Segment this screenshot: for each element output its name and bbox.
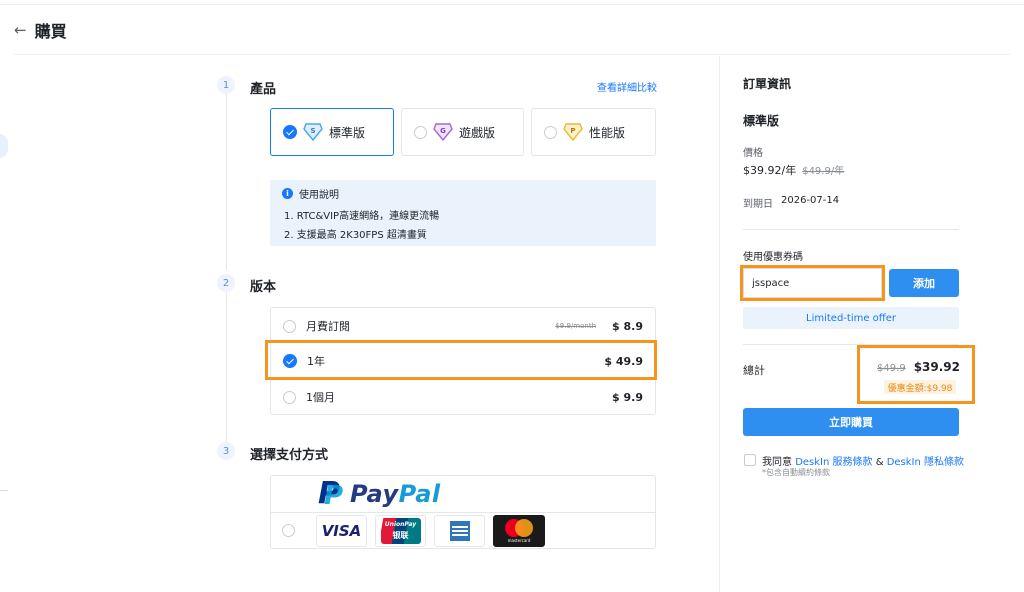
total-price: $39.92 — [913, 360, 960, 374]
page-title: 購買 — [34, 22, 67, 41]
order-edition: 標準版 — [743, 114, 780, 128]
buy-now-button[interactable]: 立即購買 — [743, 408, 959, 436]
top-border — [0, 4, 1024, 5]
usage-info-box: i 使用說明 1. RTC&VIP高速網絡，連線更流暢 2. 支援最高 2K30… — [270, 180, 656, 246]
step-number: 1 — [217, 76, 235, 94]
plan-price: $ 9.9 — [612, 390, 643, 404]
paypal-option[interactable]: PP PayPal — [316, 478, 441, 510]
paypal-wordmark: PayPal — [350, 480, 441, 508]
product-card-performance[interactable]: P 性能版 — [531, 108, 656, 156]
agree-checkbox[interactable] — [744, 454, 756, 466]
check-icon — [283, 354, 297, 368]
compare-link[interactable]: 查看詳細比較 — [597, 79, 657, 94]
plan-name: 月費訂閱 — [306, 320, 350, 333]
paypal-logo-icon: PP — [318, 476, 344, 511]
check-icon — [283, 125, 297, 139]
header-divider — [14, 54, 1010, 55]
step-connector — [226, 94, 227, 270]
privacy-link[interactable]: DeskIn 隱私條款 — [887, 457, 964, 468]
step-title-payment: 選擇支付方式 — [250, 448, 329, 463]
order-divider — [743, 229, 959, 230]
agree-text: 我同意 DeskIn 服務條款 & DeskIn 隱私條款 — [762, 457, 965, 468]
plan-option-monthly-sub[interactable]: 月費訂閱 $9.9/month $ 8.9 — [283, 312, 643, 340]
total-row: $49.9 $39.92 — [870, 360, 960, 374]
radio-icon — [414, 125, 427, 139]
diamond-badge-icon: S — [303, 123, 323, 141]
radio-icon[interactable] — [282, 524, 295, 537]
product-card-gaming[interactable]: G 遊戲版 — [401, 108, 524, 156]
step-number: 3 — [217, 442, 235, 460]
plan-name: 1年 — [307, 355, 325, 368]
order-price-row: $39.92/年 $49.9/年 — [743, 162, 844, 178]
total-old-price: $49.9 — [877, 363, 906, 374]
expiry-label: 到期日 — [743, 199, 773, 210]
plan-price: $ 8.9 — [612, 319, 643, 333]
order-price: $39.92/年 — [743, 164, 797, 177]
diamond-badge-icon: G — [433, 123, 453, 141]
svg-text:G: G — [440, 127, 446, 135]
step-title-plan: 版本 — [250, 280, 277, 295]
discount-amount: 優惠金額:$9.98 — [884, 380, 956, 394]
svg-text:P: P — [570, 127, 575, 135]
order-old-price: $49.9/年 — [802, 166, 845, 177]
back-header[interactable]: ← 購買 — [14, 18, 67, 42]
auto-renew-note: *包含自動續約條款 — [762, 468, 830, 477]
order-info-title: 訂單資訊 — [743, 77, 792, 91]
plan-old-price: $9.9/month — [555, 322, 597, 330]
visa-logo-icon[interactable]: VISA — [316, 515, 367, 547]
plan-list: 月費訂閱 $9.9/month $ 8.9 1年 $ 49.9 1個月 $ 9.… — [270, 307, 656, 415]
step-title-product: 產品 — [250, 82, 277, 97]
radio-icon — [283, 319, 296, 333]
expiry-date: 2026-07-14 — [781, 195, 840, 206]
payment-divider — [270, 512, 656, 513]
back-arrow-icon[interactable]: ← — [14, 21, 27, 39]
plan-option-1-year[interactable]: 1年 $ 49.9 — [283, 347, 643, 375]
step-number: 2 — [217, 274, 235, 292]
usage-line: 2. 支援最高 2K30FPS 超清畫質 — [284, 230, 427, 241]
amex-logo-icon[interactable] — [434, 515, 485, 547]
radio-icon — [283, 390, 296, 404]
side-tab[interactable] — [0, 134, 8, 158]
plan-option-1-month[interactable]: 1個月 $ 9.9 — [283, 383, 643, 411]
purchase-page: ← 購買 1 產品 2 版本 3 選擇支付方式 查看詳細比較 S 標準版 G 遊… — [0, 0, 1024, 592]
radio-icon — [544, 125, 557, 139]
plan-name: 1個月 — [306, 391, 335, 404]
product-label: 標準版 — [329, 125, 366, 140]
info-icon: i — [282, 188, 293, 199]
price-label: 價格 — [743, 148, 763, 159]
side-mark — [0, 490, 8, 491]
product-label: 性能版 — [589, 125, 626, 140]
diamond-badge-icon: P — [563, 123, 583, 141]
unionpay-logo-icon[interactable]: UnionPay 银联 — [375, 515, 426, 547]
mastercard-logo-icon[interactable]: mastercard — [493, 515, 545, 547]
usage-title: 使用說明 — [299, 190, 339, 201]
expiry-row: 到期日 2026-07-14 — [743, 195, 839, 210]
limited-offer-badge: Limited-time offer — [743, 307, 959, 329]
total-label: 總計 — [743, 364, 765, 377]
add-coupon-button[interactable]: 添加 — [889, 269, 959, 297]
step-connector — [226, 292, 227, 442]
order-divider — [743, 344, 959, 345]
product-label: 遊戲版 — [459, 125, 496, 140]
plan-price: $ 49.9 — [604, 354, 643, 368]
coupon-label: 使用優惠券碼 — [743, 252, 803, 263]
product-card-standard[interactable]: S 標準版 — [270, 108, 394, 156]
usage-line: 1. RTC&VIP高速網絡，連線更流暢 — [284, 211, 440, 222]
svg-text:S: S — [310, 127, 315, 135]
coupon-input[interactable] — [743, 268, 882, 298]
highlight-total — [857, 345, 975, 404]
panel-divider — [719, 56, 720, 592]
